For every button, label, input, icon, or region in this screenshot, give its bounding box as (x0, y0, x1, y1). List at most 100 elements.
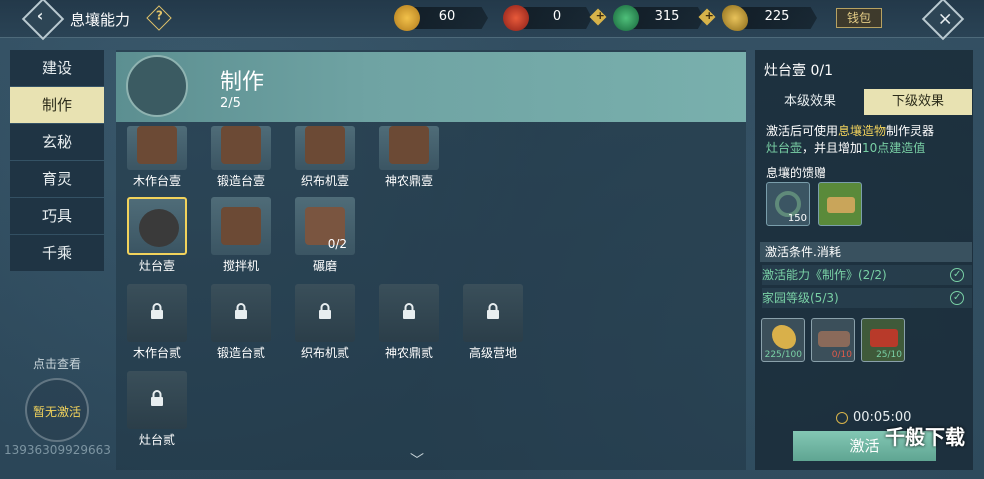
craft-item-stove-1[interactable]: 灶台壹 (122, 197, 192, 274)
resource-gold-leaf-value: 225 (764, 9, 790, 24)
tab-next-effect[interactable]: 下级效果 (864, 89, 972, 115)
item-label: 织布机壹 (300, 174, 349, 188)
item-label: 锻造台贰 (216, 346, 265, 360)
lock-icon (151, 390, 163, 406)
item-label: 碾磨 (312, 259, 337, 273)
condition-item: 家园等级(5/3) ✓ (762, 288, 972, 308)
nav-item-vehicles[interactable]: 千乘 (10, 235, 104, 271)
gift-item-2[interactable] (818, 182, 862, 226)
item-tile-locked (127, 284, 187, 342)
item-label: 灶台贰 (138, 433, 175, 447)
brick-icon (870, 329, 898, 347)
cost-item-log[interactable]: 0/10 (811, 318, 855, 362)
coin-icon (394, 5, 420, 31)
craft-item-mill[interactable]: 0/2 碾磨 (290, 197, 360, 274)
cost-count: 0/10 (831, 350, 852, 360)
condition-label: 激活能力《制作》(2/2) (762, 268, 887, 282)
craft-item-wood-bench-2[interactable]: 木作台贰 (122, 284, 192, 361)
item-tile (211, 197, 271, 255)
emblem-icon: 暂无激活 (25, 378, 89, 442)
item-label: 搅拌机 (222, 259, 259, 273)
gift-count: 150 (787, 213, 807, 224)
craft-title: 制作 (220, 70, 265, 95)
craft-item-loom-2[interactable]: 织布机贰 (290, 284, 360, 361)
lock-icon (487, 303, 499, 319)
item-tile-locked (295, 284, 355, 342)
chevron-left-icon: ‹ (36, 5, 44, 25)
craft-item-mixer[interactable]: 搅拌机 (206, 197, 276, 274)
cost-count: 25/10 (876, 350, 902, 360)
desc-highlight: 息壤造物 (838, 124, 887, 138)
cauldron-icon (389, 126, 429, 164)
loom-icon (305, 126, 345, 164)
nav-item-craft[interactable]: 制作 (10, 87, 104, 123)
check-icon: ✓ (950, 291, 964, 305)
item-tile-locked (127, 371, 187, 429)
craft-count: 2/5 (220, 96, 241, 111)
wood-bench-icon (137, 126, 177, 164)
item-label: 神农鼎壹 (384, 174, 433, 188)
clock-icon (836, 412, 848, 424)
wallet-button[interactable]: 钱包 (836, 8, 882, 28)
cost-item-gold-leaf[interactable]: 225/100 (761, 318, 805, 362)
craft-item-advanced-camp[interactable]: 高级营地 (458, 284, 528, 361)
inactive-label: 暂无激活 (32, 405, 81, 419)
resource-green-jade-value: 315 (654, 9, 680, 24)
item-label: 木作台壹 (132, 174, 181, 188)
craft-item-loom-1[interactable]: 织布机壹 (290, 126, 360, 189)
condition-item: 激活能力《制作》(2/2) ✓ (762, 265, 972, 285)
item-tile-locked (379, 284, 439, 342)
plus-icon: + (704, 9, 714, 23)
activation-view[interactable]: 点击查看 暂无激活 (10, 355, 104, 442)
item-tile (127, 126, 187, 170)
item-label: 锻造台壹 (216, 174, 265, 188)
item-tile (211, 126, 271, 170)
nav-item-tools[interactable]: 巧具 (10, 198, 104, 234)
craft-item-stove-2[interactable]: 灶台贰 (122, 371, 192, 448)
workbench-emblem-icon (126, 55, 188, 117)
resource-red-orb-value: 0 (552, 9, 562, 24)
desc-text: 激活后可使用 (766, 124, 839, 138)
craft-header (116, 52, 746, 122)
help-icon: ? (155, 8, 163, 23)
check-icon: ✓ (950, 268, 964, 282)
item-tile (295, 126, 355, 170)
craft-item-cauldron-1[interactable]: 神农鼎壹 (374, 126, 444, 189)
condition-header: 激活条件.消耗 (760, 242, 972, 262)
cost-item-red-brick[interactable]: 25/10 (861, 318, 905, 362)
scroll-icon (827, 197, 855, 213)
user-id: 13936309929663 (4, 443, 111, 457)
log-icon (818, 331, 850, 347)
item-tile-selected (127, 197, 187, 255)
tab-current-effect[interactable]: 本级效果 (756, 89, 864, 115)
craft-item-wood-bench-1[interactable]: 木作台壹 (122, 126, 192, 189)
nav-item-nurture[interactable]: 育灵 (10, 161, 104, 197)
green-jade-icon (613, 5, 639, 31)
detail-title: 灶台壹 0/1 (764, 63, 833, 79)
left-nav: 建设 制作 玄秘 育灵 巧具 千乘 (10, 50, 104, 272)
desc-text: 制作灵器 (886, 124, 935, 138)
gift-title: 息壤的馈赠 (766, 166, 827, 180)
desc-text: ，并且增加 (802, 141, 863, 155)
item-tile (379, 126, 439, 170)
chevron-down-icon[interactable]: ﹀ (410, 450, 424, 470)
item-tile-locked (463, 284, 523, 342)
craft-item-forge-2[interactable]: 锻造台贰 (206, 284, 276, 361)
close-icon: × (937, 8, 953, 30)
forge-icon (221, 126, 261, 164)
craft-item-cauldron-2[interactable]: 神农鼎贰 (374, 284, 444, 361)
resource-coin-value: 60 (438, 9, 456, 24)
item-label: 织布机贰 (300, 346, 349, 360)
craft-item-forge-1[interactable]: 锻造台壹 (206, 126, 276, 189)
lock-icon (319, 303, 331, 319)
page-title: 息壤能力 (70, 11, 131, 29)
gift-item-1[interactable]: 150 (766, 182, 810, 226)
item-label: 木作台贰 (132, 346, 181, 360)
nav-item-mystic[interactable]: 玄秘 (10, 124, 104, 160)
effect-description: 激活后可使用息壤造物制作灵器 灶台壶，并且增加10点建造值 (766, 123, 966, 157)
watermark: 千般下载 (885, 425, 965, 449)
mixer-icon (221, 207, 261, 245)
nav-item-build[interactable]: 建设 (10, 50, 104, 86)
cost-count: 225/100 (764, 350, 802, 360)
lock-icon (235, 303, 247, 319)
